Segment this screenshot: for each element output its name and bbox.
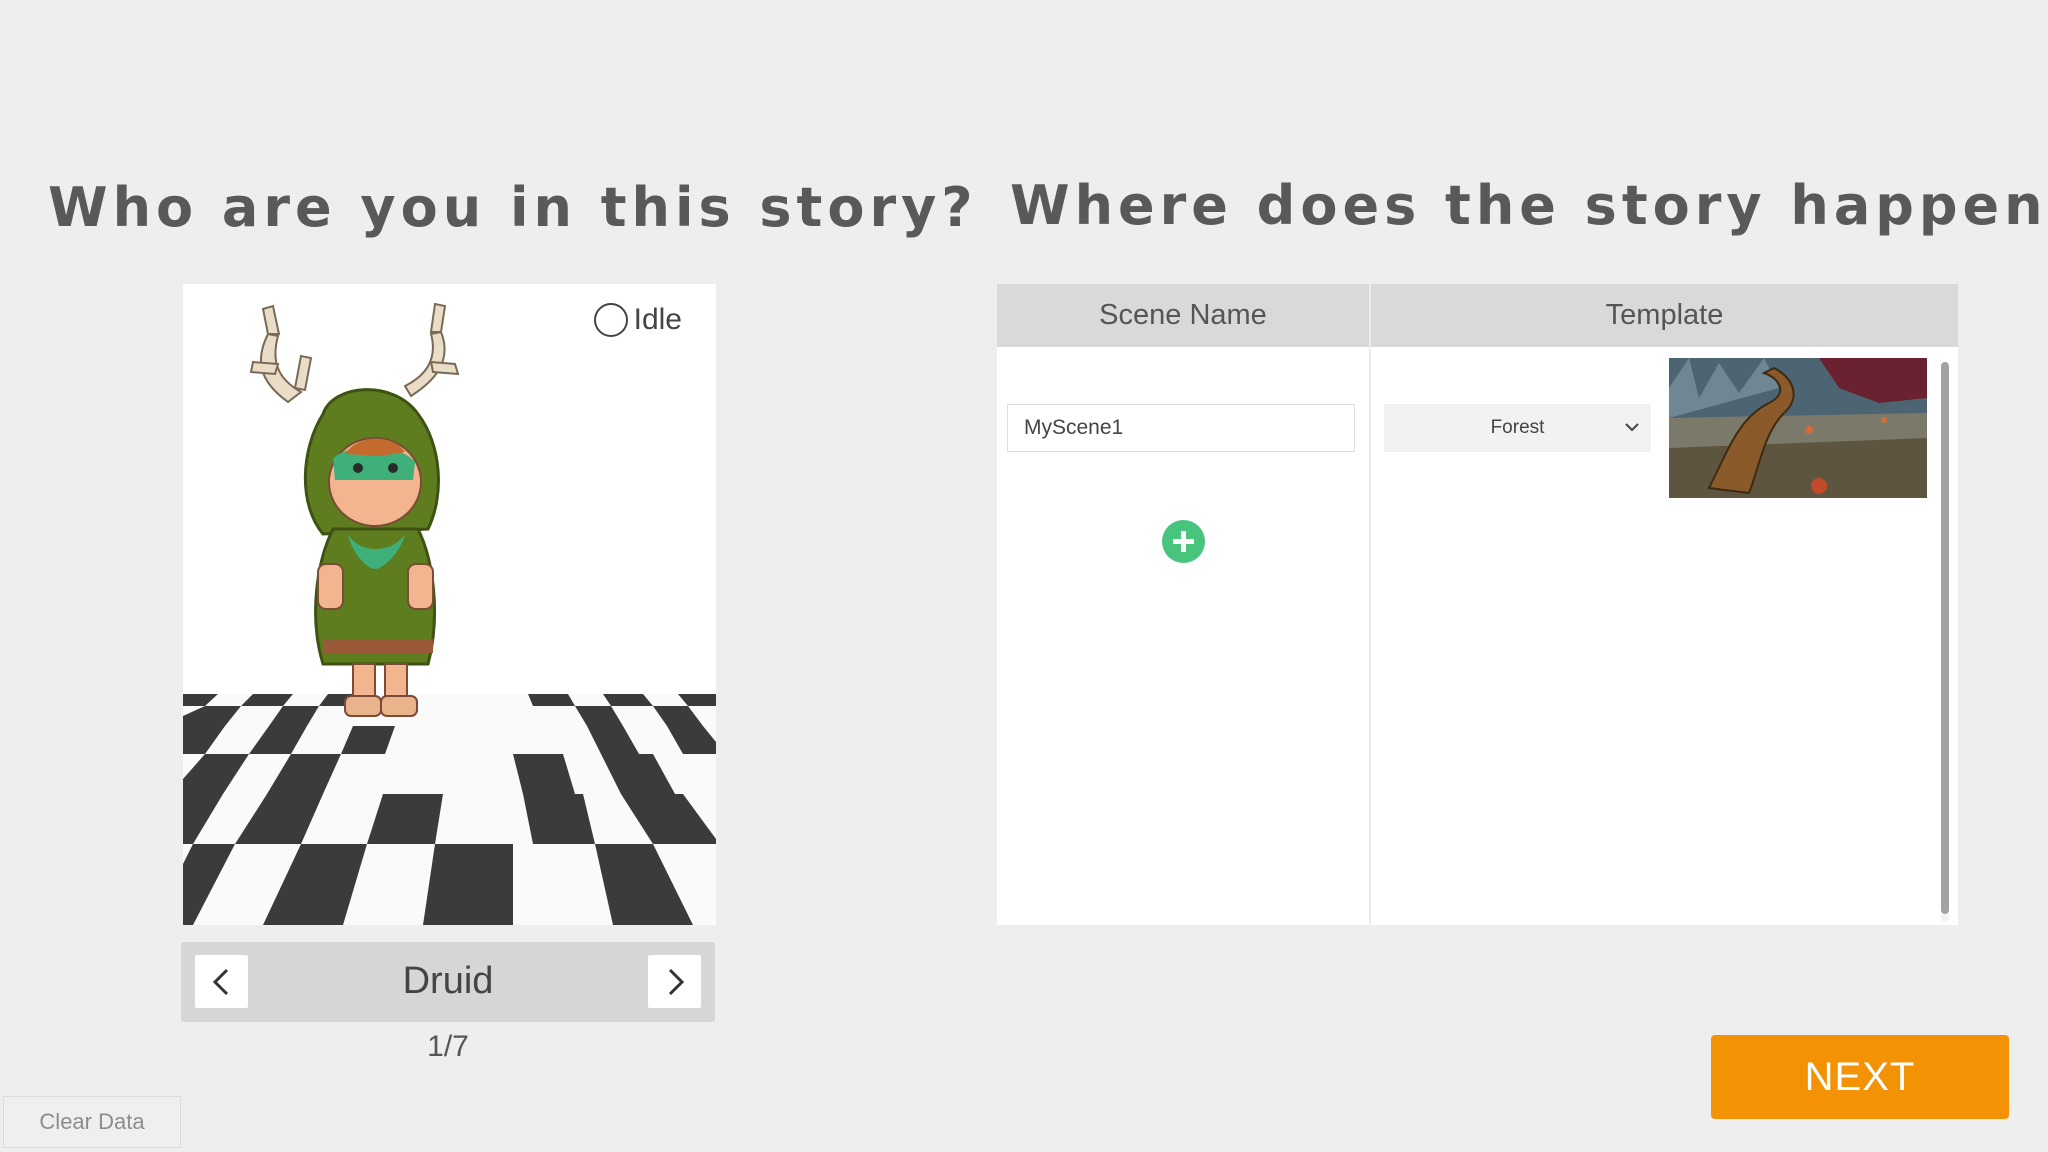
character-index: 1/7 [427, 1030, 469, 1063]
forest-template-thumbnail [1669, 358, 1927, 498]
clear-data-button[interactable]: Clear Data [3, 1096, 181, 1148]
chevron-right-icon [668, 968, 684, 995]
template-dropdown[interactable]: Forest [1384, 404, 1651, 452]
character-name: Druid [402, 960, 494, 1002]
column-divider [1369, 284, 1371, 925]
add-scene-button[interactable] [1162, 520, 1205, 563]
druid-character-image [183, 302, 716, 925]
character-selector: Druid [181, 942, 715, 1022]
scene-list-scrollbar[interactable] [1941, 362, 1949, 922]
template-selected-value: Forest [1490, 417, 1545, 438]
column-header-template: Template [1371, 284, 1958, 347]
next-character-button[interactable] [648, 955, 701, 1008]
character-preview: Idle [183, 284, 716, 925]
character-heading: Who are you in this story? [48, 176, 978, 239]
scene-table: Scene Name Template Forest [997, 284, 1958, 925]
scene-heading: Where does the story happen? [1010, 174, 2048, 237]
scrollbar-thumb[interactable] [1941, 362, 1949, 914]
scene-name-input[interactable] [1007, 404, 1355, 452]
chevron-down-icon [1625, 423, 1639, 432]
plus-icon [1173, 531, 1194, 552]
column-header-scene-name: Scene Name [997, 284, 1369, 347]
radio-circle-icon[interactable] [593, 303, 628, 337]
idle-label: Idle [633, 303, 682, 336]
next-button[interactable]: NEXT [1711, 1035, 2009, 1119]
idle-radio[interactable]: Idle [593, 303, 682, 337]
